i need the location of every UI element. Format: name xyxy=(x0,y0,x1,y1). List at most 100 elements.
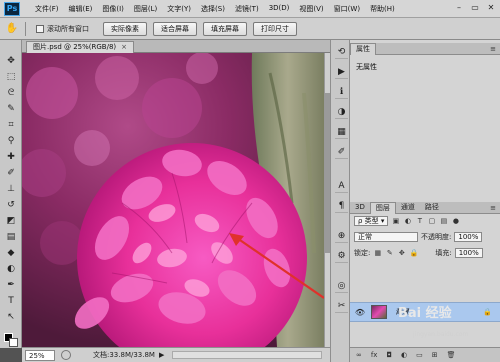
menu-3d[interactable]: 3D(D) xyxy=(264,4,295,14)
actions-icon[interactable]: ▶ xyxy=(335,66,348,79)
menu-window[interactable]: 窗口(W) xyxy=(329,4,365,14)
history-icon[interactable]: ⟲ xyxy=(335,46,348,59)
healing-brush-tool-icon[interactable]: ✚ xyxy=(4,151,18,163)
pen-tool-icon[interactable]: ✒ xyxy=(4,279,18,291)
fill-screen-button[interactable]: 填充屏幕 xyxy=(203,21,247,36)
mask-icon[interactable]: ◘ xyxy=(386,351,392,359)
swatches-icon[interactable]: ▦ xyxy=(335,126,348,139)
tab-paths[interactable]: 路径 xyxy=(420,202,444,213)
window-controls: – ▭ ✕ xyxy=(452,2,498,14)
properties-value: 无属性 xyxy=(356,63,377,71)
horizontal-scrollbar[interactable] xyxy=(172,351,322,359)
hand-icon[interactable]: ✋ xyxy=(5,22,19,36)
menu-select[interactable]: 选择(S) xyxy=(196,4,230,14)
move-tool-icon[interactable]: ✥ xyxy=(4,55,18,67)
print-size-button[interactable]: 打印尺寸 xyxy=(253,21,297,36)
background-color[interactable] xyxy=(9,338,18,347)
tools-panel: ✥ ⬚ ᘓ ✎ ⌗ ⚲ ✚ ✐ ⊥ ↺ ◩ ▤ ◆ ◐ ✒ T ↖ ▭ ✋ xyxy=(0,40,22,348)
type-tool-icon[interactable]: T xyxy=(4,295,18,307)
blend-mode-dropdown[interactable]: 正常 xyxy=(354,232,418,242)
document-close-icon[interactable]: × xyxy=(121,42,127,53)
lock-all-icon[interactable]: 🔒 xyxy=(409,249,419,258)
clone-source-icon[interactable]: ⊕ xyxy=(335,230,348,243)
tab-layers[interactable]: 图层 xyxy=(369,201,396,214)
actual-pixels-button[interactable]: 实际像素 xyxy=(103,21,147,36)
filter-pixel-icon[interactable]: ▣ xyxy=(391,217,400,226)
tab-properties[interactable]: 属性 xyxy=(350,42,376,55)
menu-edit[interactable]: 编辑(E) xyxy=(64,4,98,14)
document-tab[interactable]: 图片.psd @ 25%(RGB/8) × xyxy=(26,41,135,53)
canvas[interactable] xyxy=(22,53,324,347)
lasso-tool-icon[interactable]: ᘓ xyxy=(4,87,18,99)
group-icon[interactable]: ▭ xyxy=(416,351,423,359)
scroll-all-checkbox[interactable] xyxy=(36,24,44,33)
zoom-field[interactable]: 25% xyxy=(25,349,55,361)
photo xyxy=(22,53,324,347)
crop-tool-icon[interactable]: ⌗ xyxy=(4,119,18,131)
color-icon[interactable]: ◑ xyxy=(335,106,348,119)
brush-tool-icon[interactable]: ✐ xyxy=(4,167,18,179)
options-bar: ✋ 滚动所有窗口 实际像素 适合屏幕 填充屏幕 打印尺寸 xyxy=(0,18,500,40)
cut-icon[interactable]: ✂ xyxy=(335,300,348,313)
menu-list: 文件(F) 编辑(E) 图像(I) 图层(L) 文字(Y) 选择(S) 滤镜(T… xyxy=(30,4,400,14)
quick-select-tool-icon[interactable]: ✎ xyxy=(4,103,18,115)
divider xyxy=(25,21,26,36)
opacity-label: 不透明度: xyxy=(421,233,452,241)
status-icon[interactable] xyxy=(61,350,71,360)
navigator-icon[interactable]: ◎ xyxy=(335,280,348,293)
lock-transparent-icon[interactable]: ▦ xyxy=(373,249,382,258)
properties-header: 属性 ≡ xyxy=(350,42,500,55)
menu-file[interactable]: 文件(F) xyxy=(30,4,64,14)
filter-type-icon[interactable]: T xyxy=(415,217,424,226)
lock-position-icon[interactable]: ✥ xyxy=(397,249,406,258)
filter-toggle-icon[interactable]: ● xyxy=(451,217,460,226)
dodge-tool-icon[interactable]: ◐ xyxy=(4,263,18,275)
lock-image-icon[interactable]: ✎ xyxy=(385,249,394,258)
filter-smart-icon[interactable]: ▤ xyxy=(439,217,448,226)
menu-help[interactable]: 帮助(H) xyxy=(365,4,400,14)
fit-screen-button[interactable]: 适合屏幕 xyxy=(153,21,197,36)
panel-menu-icon[interactable]: ≡ xyxy=(490,45,496,53)
eyedropper-tool-icon[interactable]: ⚲ xyxy=(4,135,18,147)
tab-3d[interactable]: 3D xyxy=(350,202,370,213)
history-brush-tool-icon[interactable]: ↺ xyxy=(4,199,18,211)
minimize-button[interactable]: – xyxy=(452,2,466,14)
layers-controls: ρ 类型 ▾ ▣ ◐ T ▢ ▤ ● 正常 不透明度: 100% 锁定: ▦ ✎… xyxy=(350,216,500,268)
tab-channels[interactable]: 通道 xyxy=(396,202,420,213)
status-menu-arrow-icon[interactable]: ▶ xyxy=(159,351,164,359)
layers-menu-icon[interactable]: ≡ xyxy=(490,204,496,212)
character-icon[interactable]: A xyxy=(335,180,348,193)
paragraph-icon[interactable]: ¶ xyxy=(335,200,348,213)
tool-presets-icon[interactable]: ⚙ xyxy=(335,250,348,263)
filter-adjust-icon[interactable]: ◐ xyxy=(403,217,412,226)
filter-type-dropdown[interactable]: ρ 类型 ▾ xyxy=(354,216,389,226)
menu-type[interactable]: 文字(Y) xyxy=(162,4,196,14)
close-button[interactable]: ✕ xyxy=(484,2,498,14)
fx-icon[interactable]: fx xyxy=(371,351,378,359)
gradient-tool-icon[interactable]: ▤ xyxy=(4,231,18,243)
visibility-eye-icon[interactable]: 👁 xyxy=(354,308,366,317)
restore-button[interactable]: ▭ xyxy=(468,2,482,14)
opacity-field[interactable]: 100% xyxy=(454,232,483,242)
eraser-tool-icon[interactable]: ◩ xyxy=(4,215,18,227)
menu-filter[interactable]: 滤镜(T) xyxy=(230,4,264,14)
blur-tool-icon[interactable]: ◆ xyxy=(4,247,18,259)
info-icon[interactable]: ℹ xyxy=(335,86,348,99)
fill-field[interactable]: 100% xyxy=(454,248,483,258)
menu-layer[interactable]: 图层(L) xyxy=(129,4,162,14)
marquee-tool-icon[interactable]: ⬚ xyxy=(4,71,18,83)
layers-footer: ∞ fx ◘ ◐ ▭ ⊞ 🗑 xyxy=(350,347,500,362)
link-icon[interactable]: ∞ xyxy=(356,351,362,359)
path-select-tool-icon[interactable]: ↖ xyxy=(4,311,18,323)
ps-logo: Ps xyxy=(4,1,20,16)
menu-image[interactable]: 图像(I) xyxy=(97,4,129,14)
status-bar: 25% 文档:33.8M/33.8M ▶ xyxy=(22,347,330,362)
adjustment-icon[interactable]: ◐ xyxy=(401,351,407,359)
filter-shape-icon[interactable]: ▢ xyxy=(427,217,436,226)
clone-stamp-tool-icon[interactable]: ⊥ xyxy=(4,183,18,195)
menu-view[interactable]: 视图(V) xyxy=(294,4,328,14)
trash-icon[interactable]: 🗑 xyxy=(447,351,456,359)
brush-preset-icon[interactable]: ✐ xyxy=(335,146,348,159)
scroll-all-windows[interactable]: 滚动所有窗口 xyxy=(36,24,89,34)
new-layer-icon[interactable]: ⊞ xyxy=(432,351,438,359)
